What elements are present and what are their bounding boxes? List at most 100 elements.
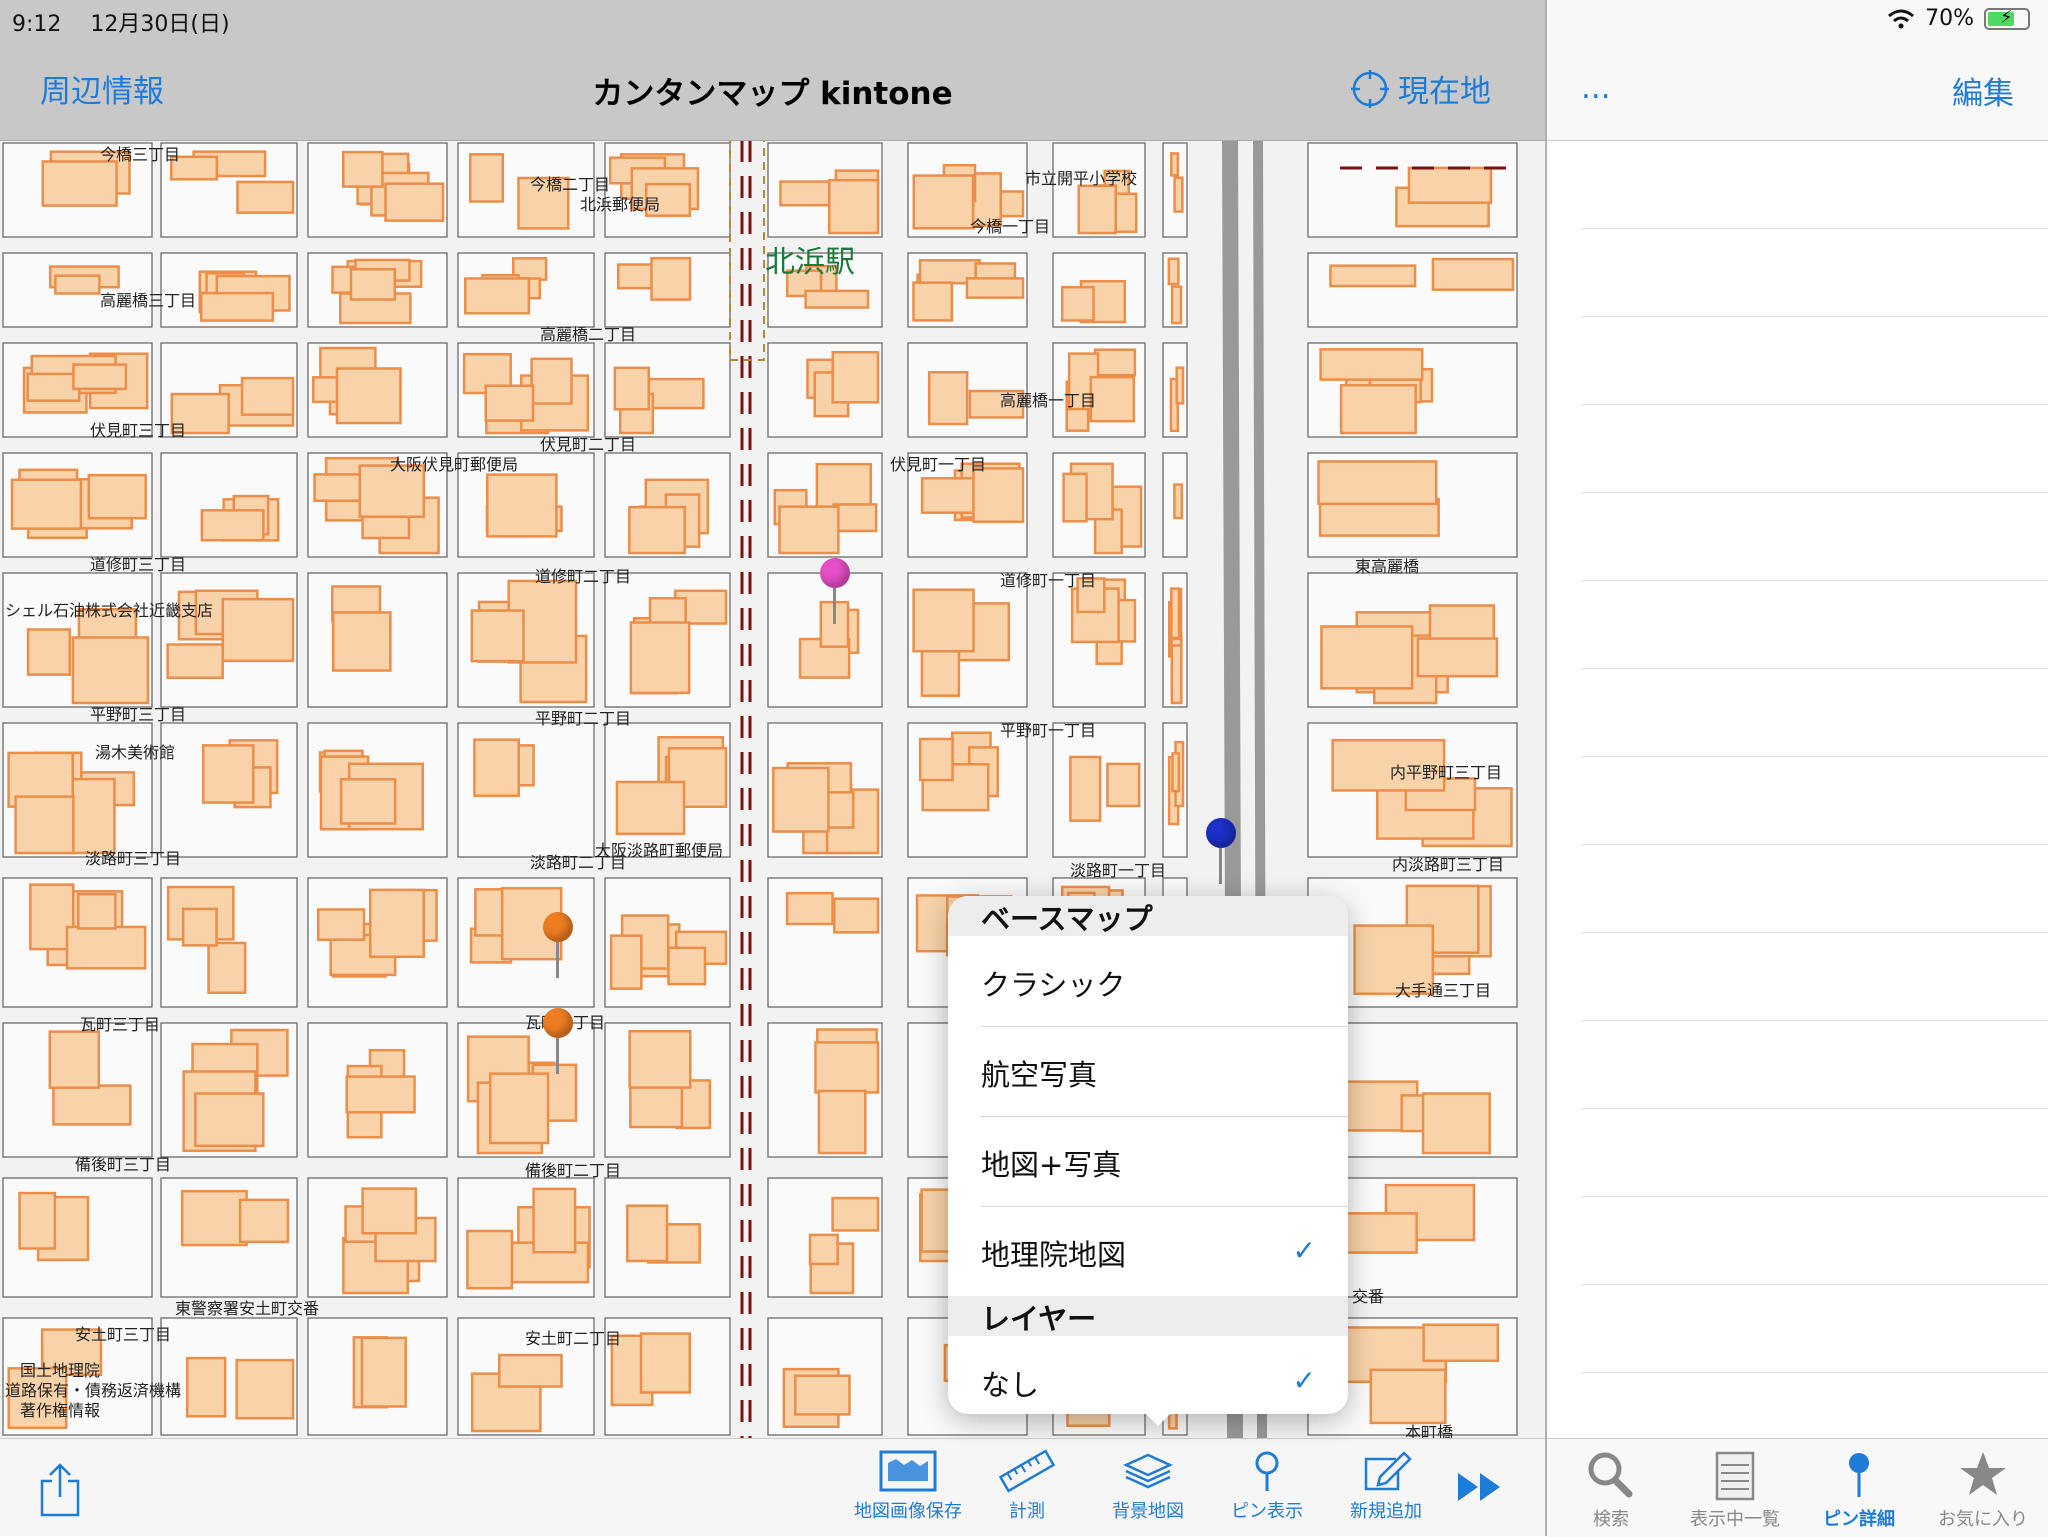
map-label: 淡路町二丁目 bbox=[530, 853, 626, 872]
building bbox=[927, 370, 969, 426]
tab-search[interactable]: 検索 bbox=[1551, 1449, 1671, 1531]
basemap-option-aerial[interactable]: 航空写真 bbox=[948, 1026, 1348, 1116]
building bbox=[221, 597, 295, 663]
building bbox=[1060, 285, 1095, 322]
building bbox=[1369, 1368, 1447, 1425]
building bbox=[832, 503, 878, 533]
basemap-option-classic[interactable]: クラシック bbox=[948, 936, 1348, 1026]
basemap-option-gsi[interactable]: 地理院地図 ✓ bbox=[948, 1206, 1348, 1296]
building bbox=[235, 1358, 295, 1420]
current-location-button[interactable]: 現在地 bbox=[1350, 66, 1491, 111]
building bbox=[615, 780, 686, 836]
building bbox=[1093, 348, 1137, 377]
basemap-option-map-photo[interactable]: 地図+写真 bbox=[948, 1116, 1348, 1206]
map-pin-orange-2[interactable] bbox=[543, 1008, 573, 1074]
toolbar-save-map-image[interactable]: 地図画像保存 bbox=[848, 1449, 968, 1523]
popover-arrow bbox=[1140, 1408, 1176, 1426]
building bbox=[360, 1336, 407, 1408]
map-label: 今橋三丁目 bbox=[100, 145, 180, 164]
building bbox=[772, 766, 830, 833]
toolbar-background-map[interactable]: 背景地図 bbox=[1088, 1449, 1208, 1523]
toolbar-label: 背景地図 bbox=[1112, 1501, 1184, 1522]
tab-pin-detail[interactable]: ピン詳細 bbox=[1799, 1449, 1919, 1531]
map-pin-orange-1[interactable] bbox=[543, 912, 573, 978]
status-right: 70% ⚡ bbox=[1887, 6, 2030, 31]
pin-icon bbox=[1849, 1453, 1869, 1497]
more-button[interactable]: ... bbox=[1581, 70, 1611, 106]
building bbox=[920, 476, 982, 514]
bottom-toolbar: 地図画像保存 計測 背景地図 ピン表示 新規追加 bbox=[0, 1438, 1545, 1536]
map-label: 内淡路町三丁目 bbox=[1392, 855, 1504, 874]
page-title: カンタンマップ kintone bbox=[592, 76, 953, 112]
wifi-icon bbox=[1888, 9, 1915, 28]
split-divider[interactable] bbox=[1545, 0, 1547, 1536]
building bbox=[667, 946, 707, 986]
building bbox=[345, 1075, 416, 1114]
compose-icon bbox=[1364, 1451, 1412, 1491]
option-label: 航空写真 bbox=[981, 1058, 1098, 1092]
toolbar-show-pins[interactable]: ピン表示 bbox=[1207, 1449, 1327, 1523]
list-separator bbox=[1581, 1196, 2048, 1197]
building bbox=[1062, 472, 1088, 523]
tab-favorites[interactable]: お気に入り bbox=[1923, 1449, 2043, 1531]
star-icon bbox=[1960, 1452, 2006, 1495]
map-label: 道修町二丁目 bbox=[535, 567, 631, 586]
forward-button[interactable] bbox=[1456, 1469, 1506, 1509]
section-layer-header: レイヤー bbox=[948, 1296, 1348, 1336]
share-button[interactable] bbox=[38, 1461, 82, 1521]
list-icon bbox=[1715, 1451, 1755, 1501]
building bbox=[26, 628, 72, 676]
building bbox=[814, 1041, 880, 1094]
map-label: 安土町三丁目 bbox=[75, 1325, 171, 1344]
building bbox=[238, 1198, 290, 1244]
map-pin-pink[interactable] bbox=[820, 558, 850, 624]
building bbox=[1319, 348, 1424, 381]
list-separator bbox=[1581, 1372, 2048, 1373]
toolbar-add-new[interactable]: 新規追加 bbox=[1326, 1449, 1446, 1523]
map-label: シェル石油株式会社近畿支店 bbox=[5, 601, 213, 620]
tab-label: 表示中一覧 bbox=[1690, 1509, 1780, 1530]
building bbox=[349, 267, 397, 301]
map-label: 高麗橋二丁目 bbox=[540, 325, 636, 344]
toolbar-label: 計測 bbox=[1009, 1501, 1045, 1522]
building bbox=[804, 289, 870, 309]
checkmark-icon: ✓ bbox=[1292, 1234, 1316, 1267]
layer-option-none[interactable]: なし ✓ bbox=[948, 1336, 1348, 1414]
building bbox=[473, 738, 520, 797]
building bbox=[613, 366, 651, 411]
building bbox=[1421, 1092, 1491, 1155]
building bbox=[1422, 1323, 1500, 1363]
building bbox=[470, 609, 525, 663]
fast-forward-icon bbox=[1458, 1473, 1500, 1501]
building bbox=[628, 1029, 692, 1089]
map-label: 安土町二丁目 bbox=[525, 1329, 621, 1348]
map-label: 東警察署安土町交番 bbox=[175, 1299, 319, 1318]
basemap-popover: ベースマップ クラシック 航空写真 地図+写真 地理院地図 ✓ レイヤー なし … bbox=[948, 896, 1348, 1414]
building bbox=[1069, 755, 1102, 822]
list-separator bbox=[1581, 1020, 2048, 1021]
building bbox=[785, 891, 834, 926]
toolbar-label: 地図画像保存 bbox=[854, 1501, 962, 1522]
building bbox=[827, 178, 880, 235]
edit-button[interactable]: 編集 bbox=[1952, 68, 2014, 113]
building bbox=[14, 795, 75, 855]
building bbox=[1170, 587, 1181, 640]
toolbar-measure[interactable]: 計測 bbox=[967, 1449, 1087, 1523]
building bbox=[1167, 257, 1180, 286]
building bbox=[1077, 184, 1118, 235]
building bbox=[831, 1196, 880, 1232]
option-label: 地理院地図 bbox=[981, 1238, 1127, 1272]
list-separator bbox=[1581, 1284, 2048, 1285]
building bbox=[341, 150, 384, 188]
map-pin-blue[interactable] bbox=[1206, 818, 1236, 884]
building bbox=[1175, 366, 1185, 405]
building bbox=[1170, 285, 1183, 325]
building bbox=[639, 1332, 692, 1394]
list-separator bbox=[1581, 668, 2048, 669]
map-label: 淡路町三丁目 bbox=[85, 849, 181, 868]
tab-visible-list[interactable]: 表示中一覧 bbox=[1675, 1449, 1795, 1531]
building bbox=[10, 478, 83, 530]
map-label: 道路保有・債務返済機構 bbox=[5, 1381, 181, 1400]
building bbox=[626, 1204, 669, 1263]
map-label: 備後町三丁目 bbox=[75, 1155, 171, 1174]
